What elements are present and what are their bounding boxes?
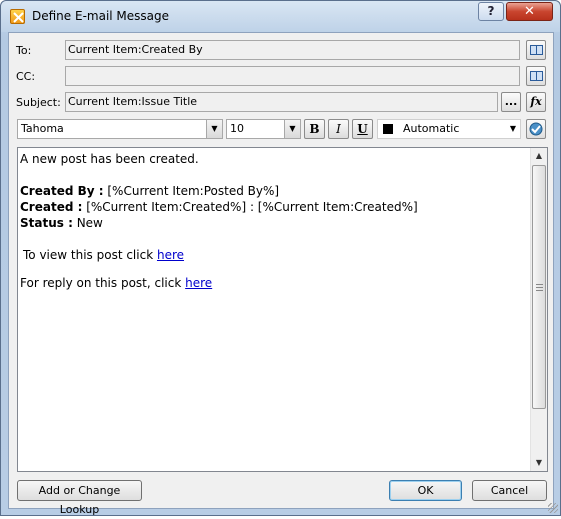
body-intro: A new post has been created. [20, 152, 199, 166]
resize-grip[interactable] [548, 503, 558, 513]
subject-field[interactable]: Current Item:Issue Title [65, 92, 498, 112]
subject-lookup-button[interactable]: ... [501, 92, 521, 112]
to-label: To: [16, 44, 32, 57]
underline-button[interactable]: U [352, 119, 373, 139]
status-label: Status : [20, 216, 73, 230]
spellcheck-icon [529, 122, 543, 136]
reply-text: For reply on this post, click [20, 276, 186, 290]
help-icon: ? [487, 4, 495, 18]
scrollbar-thumb[interactable] [532, 165, 546, 409]
font-size-value: 10 [230, 122, 244, 135]
address-book-icon [529, 71, 543, 81]
color-swatch [383, 124, 393, 134]
dialog-client: To: Current Item:Created By CC: Subject:… [8, 32, 554, 516]
scroll-down-icon[interactable]: ▼ [531, 455, 547, 471]
app-icon [10, 9, 25, 24]
cancel-button[interactable]: Cancel [472, 480, 547, 501]
scroll-up-icon[interactable]: ▲ [531, 148, 547, 164]
created-by-value: [%Current Item:Posted By%] [103, 184, 280, 198]
window-title: Define E-mail Message [32, 9, 170, 23]
font-size-select[interactable]: 10 ▼ [226, 119, 301, 139]
title-bar[interactable]: Define E-mail Message ? ✕ [1, 1, 560, 32]
close-icon: ✕ [524, 4, 535, 19]
message-body-content[interactable]: A new post has been created. Created By … [20, 151, 530, 291]
font-name-select[interactable]: Tahoma ▼ [17, 119, 223, 139]
reply-post-link[interactable]: here [185, 276, 212, 290]
font-color-value: Automatic [403, 122, 460, 135]
close-button[interactable]: ✕ [506, 2, 553, 21]
subject-formula-button[interactable]: fx [526, 92, 546, 112]
created-by-label: Created By : [20, 184, 104, 198]
editor-scrollbar[interactable]: ▲ ▼ [530, 148, 547, 471]
created-label: Created : [20, 200, 83, 214]
chevron-down-icon: ▼ [284, 120, 300, 138]
subject-label: Subject: [16, 96, 61, 109]
cc-label: CC: [16, 70, 36, 83]
chevron-down-icon: ▼ [206, 120, 222, 138]
add-change-lookup-button[interactable]: Add or Change Lookup [17, 480, 142, 516]
to-field[interactable]: Current Item:Created By [65, 40, 520, 60]
to-address-book-button[interactable] [526, 40, 546, 60]
help-button[interactable]: ? [478, 2, 504, 21]
bold-button[interactable]: B [304, 119, 325, 139]
chevron-down-icon: ▼ [509, 124, 516, 133]
message-body-editor[interactable]: A new post has been created. Created By … [17, 147, 548, 472]
cc-address-book-button[interactable] [526, 66, 546, 86]
font-color-select[interactable]: Automatic ▼ [377, 119, 521, 139]
created-value: [%Current Item:Created%] : [%Current Ite… [82, 200, 418, 214]
status-value: New [72, 216, 103, 230]
dialog-window: Define E-mail Message ? ✕ To: Current It… [0, 0, 561, 516]
font-name-value: Tahoma [21, 122, 64, 135]
grip-icon [536, 284, 543, 291]
ok-button[interactable]: OK [389, 480, 462, 501]
italic-button[interactable]: I [328, 119, 349, 139]
address-book-icon [529, 45, 543, 55]
view-text: To view this post click [23, 248, 157, 262]
spellcheck-button[interactable] [526, 119, 546, 139]
cc-field[interactable] [65, 66, 520, 86]
view-post-link[interactable]: here [157, 248, 184, 262]
